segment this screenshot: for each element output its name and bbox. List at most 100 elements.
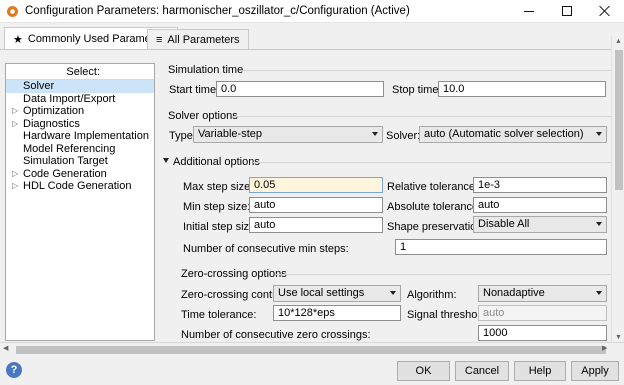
minimize-icon: [524, 10, 534, 12]
maximize-button[interactable]: [548, 0, 586, 22]
initial-step-label: Initial step size:: [183, 221, 259, 233]
relative-tolerance-label: Relative tolerance:: [387, 181, 479, 193]
tree-item[interactable]: Model Referencing: [6, 143, 154, 156]
time-tolerance-input[interactable]: 10*128*eps: [273, 305, 401, 321]
tree-item[interactable]: Hardware Implementation: [6, 130, 154, 143]
relative-tolerance-input[interactable]: 1e-3: [473, 177, 607, 193]
close-button[interactable]: [586, 0, 624, 22]
expand-arrow-icon[interactable]: ▷: [12, 118, 18, 131]
divider: [243, 70, 611, 71]
apply-button[interactable]: Apply: [571, 361, 619, 381]
consecutive-zero-crossings-label: Number of consecutive zero crossings:: [181, 329, 371, 341]
title-bar: Configuration Parameters: harmonischer_o…: [0, 0, 624, 23]
tree-item[interactable]: ▷ Diagnostics: [6, 118, 154, 131]
additional-options-title[interactable]: Additional options: [173, 156, 260, 168]
tree-item-label: Model Referencing: [23, 142, 116, 155]
simulink-app-icon: [7, 6, 18, 17]
divider: [253, 162, 611, 163]
absolute-tolerance-label: Absolute tolerance:: [387, 201, 482, 213]
tree-item-label: HDL Code Generation: [23, 180, 132, 192]
tree-item[interactable]: ▷ Optimization: [6, 105, 154, 118]
chevron-down-icon: [596, 291, 602, 295]
close-icon: [599, 5, 611, 17]
consecutive-min-steps-input[interactable]: 1: [395, 239, 607, 255]
zero-crossing-control-value: Use local settings: [278, 287, 365, 299]
list-icon: ≡: [156, 33, 163, 46]
tree-item[interactable]: Data Import/Export: [6, 93, 154, 106]
divider: [232, 116, 611, 117]
expand-triangle-icon[interactable]: [163, 158, 169, 163]
type-select-value: Variable-step: [198, 128, 262, 140]
algorithm-select[interactable]: Nonadaptive: [478, 285, 607, 302]
signal-threshold-label: Signal threshold:: [407, 309, 489, 321]
start-time-input[interactable]: 0.0: [216, 81, 384, 97]
tree-item-label: Code Generation: [23, 167, 107, 180]
tree-item-label: Diagnostics: [23, 117, 80, 130]
window-title: Configuration Parameters: harmonischer_o…: [25, 5, 410, 17]
solver-select[interactable]: auto (Automatic solver selection): [419, 126, 607, 143]
zero-crossing-title: Zero-crossing options: [181, 268, 287, 280]
ok-button[interactable]: OK: [397, 361, 450, 381]
min-step-input[interactable]: auto: [249, 197, 383, 213]
vertical-scrollbar[interactable]: ▲ ▼: [611, 36, 624, 342]
scroll-right-icon[interactable]: ▶: [602, 344, 607, 352]
solver-select-value: auto (Automatic solver selection): [424, 128, 584, 140]
algorithm-label: Algorithm:: [407, 289, 457, 301]
shape-preservation-select[interactable]: Disable All: [473, 216, 607, 233]
max-step-input[interactable]: 0.05: [249, 177, 383, 193]
shape-preservation-label: Shape preservation:: [387, 221, 486, 233]
minimize-button[interactable]: [510, 0, 548, 22]
scroll-up-icon[interactable]: ▲: [614, 38, 623, 45]
zero-crossing-control-select[interactable]: Use local settings: [273, 285, 401, 302]
expand-arrow-icon[interactable]: ▷: [12, 105, 18, 118]
algorithm-value: Nonadaptive: [483, 287, 545, 299]
select-heading: Select:: [6, 64, 154, 80]
group-simulation-time-title: Simulation time: [168, 64, 244, 76]
zero-crossing-control-label: Zero-crossing control:: [181, 289, 288, 301]
tree-item[interactable]: Solver: [6, 80, 154, 93]
scroll-down-icon[interactable]: ▼: [614, 334, 623, 341]
consecutive-zero-crossings-input[interactable]: 1000: [478, 325, 607, 341]
select-panel: Select: Solver Data Import/Export ▷ Optimiz…: [5, 63, 155, 341]
start-time-label: Start time:: [169, 84, 220, 96]
group-solver-options-title: Solver options: [168, 110, 238, 122]
tree-item-label: Simulation Target: [23, 155, 108, 167]
chevron-down-icon: [372, 132, 378, 136]
button-bar: ? OK Cancel Help Apply: [0, 356, 624, 385]
consecutive-min-steps-label: Number of consecutive min steps:: [183, 243, 349, 255]
signal-threshold-input: auto: [478, 305, 607, 321]
absolute-tolerance-input[interactable]: auto: [473, 197, 607, 213]
chevron-down-icon: [596, 222, 602, 226]
tab-all-parameters[interactable]: ≡ All Parameters: [147, 29, 249, 49]
tree-item[interactable]: Simulation Target: [6, 155, 154, 168]
expand-arrow-icon[interactable]: ▷: [12, 168, 18, 181]
type-select[interactable]: Variable-step: [193, 126, 383, 143]
expand-arrow-icon[interactable]: ▷: [12, 180, 18, 193]
divider: [275, 274, 611, 275]
help-button[interactable]: Help: [514, 361, 566, 381]
tab-strip: ★ Commonly Used Parameters ≡ All Paramet…: [0, 23, 624, 50]
type-label: Type:: [169, 130, 196, 142]
chevron-down-icon: [596, 132, 602, 136]
time-tolerance-label: Time tolerance:: [181, 309, 257, 321]
max-step-label: Max step size:: [183, 181, 254, 193]
tree-item-label: Hardware Implementation: [23, 130, 149, 142]
scroll-left-icon[interactable]: ◀: [3, 344, 8, 352]
tree-item-label: Data Import/Export: [23, 92, 116, 105]
tab-label: All Parameters: [167, 33, 240, 46]
tree-item[interactable]: ▷ HDL Code Generation: [6, 180, 154, 193]
stop-time-input[interactable]: 10.0: [438, 81, 606, 97]
star-icon: ★: [13, 33, 23, 46]
vertical-scroll-thumb[interactable]: [615, 50, 623, 190]
help-icon[interactable]: ?: [6, 362, 22, 378]
tree-item[interactable]: ▷ Code Generation: [6, 168, 154, 181]
min-step-label: Min step size:: [183, 201, 251, 213]
tree-item-label: Optimization: [23, 105, 85, 117]
solver-label: Solver:: [386, 130, 421, 142]
horizontal-scrollbar[interactable]: ◀ ▶: [0, 342, 624, 356]
cancel-button[interactable]: Cancel: [455, 361, 509, 381]
tree-item-label: Solver: [23, 80, 55, 92]
category-tree: Solver Data Import/Export ▷ Optimization ▷ Di…: [6, 80, 154, 193]
initial-step-input[interactable]: auto: [249, 217, 383, 233]
horizontal-scroll-thumb[interactable]: [16, 346, 606, 354]
